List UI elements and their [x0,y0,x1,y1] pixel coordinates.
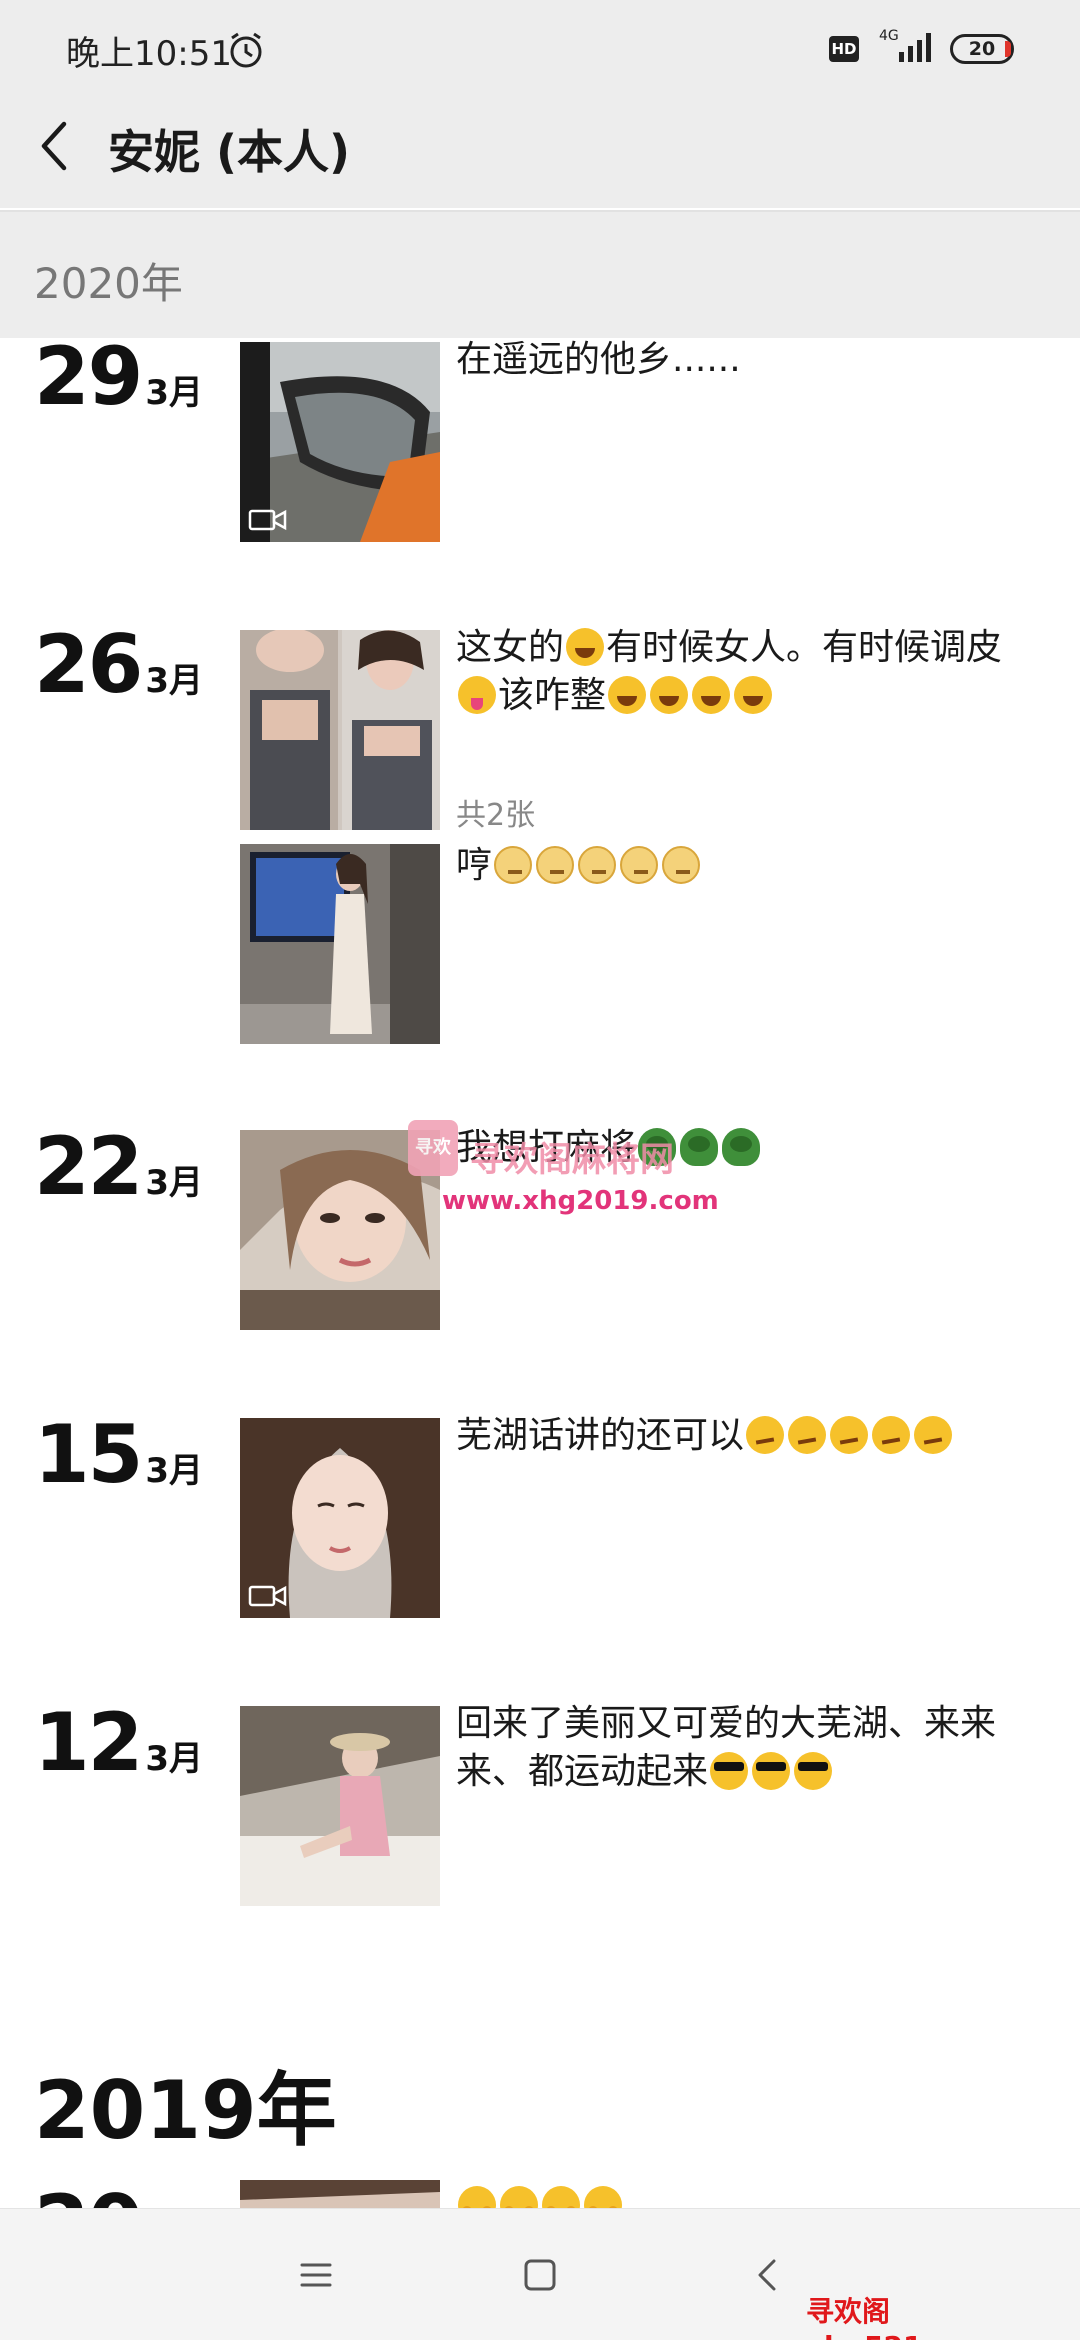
smirk-emoji-icon [788,1416,827,1454]
menu-icon[interactable] [294,2253,338,2297]
date-month: 3月 [145,1163,203,1203]
date-month: 3月 [145,1451,203,1491]
post-date-partial: 20 [34,2178,143,2208]
post-text-part: 这女的 [456,627,565,668]
tongue-out-emoji-icon [458,676,496,714]
date-day: 26 [34,618,143,711]
post-thumbnail-two-photos[interactable] [240,630,440,830]
laugh-cry-emoji-icon [692,676,731,714]
network-type: 4G [879,28,899,44]
moments-timeline-page: 晚上10:51 HD 4G 20 安妮 (本人) 2020年 29 3月 在遥远… [0,0,1080,2340]
date-day: 15 [34,1408,143,1501]
lounge-image [240,1706,440,1906]
smirk-emoji-icon [830,1416,869,1454]
watermark-url: www.xhg2019.com [442,1186,719,1216]
collage-image [240,630,440,830]
battery-level: 20 [968,38,996,60]
date-day: 22 [34,1120,143,1213]
post-text-12[interactable]: 回来了美丽又可爱的大芜湖、来来来、都运动起来 [456,1700,1046,1796]
laugh-cry-emoji-icon [734,676,773,714]
photo-count-label: 共2张 [456,798,536,833]
date-day: 12 [34,1696,143,1789]
year-label-2020: 2020年 [34,259,183,308]
post-date-26: 26 3月 [34,618,203,711]
moments-feed[interactable]: 29 3月 在遥远的他乡...... 26 3月 这女的 有时候女人。有时候调皮… [0,336,1080,2208]
post-text-29[interactable]: 在遥远的他乡...... [456,336,1046,384]
tv-room-image [240,844,440,1044]
hug-emoji-icon [458,2186,496,2208]
post-text-15[interactable]: 芜湖话讲的还可以 [456,1412,1046,1460]
post-thumbnail-portrait[interactable] [240,1418,440,1618]
post-text-part: 芜湖话讲的还可以 [456,1415,745,1456]
date-month: 3月 [145,661,203,701]
thinking-emoji-icon [620,846,659,884]
sunglasses-emoji-icon [710,1752,749,1790]
back-triangle-icon[interactable] [746,2253,790,2297]
watermark-overlay-text: 寻欢阁麻将网 [470,1140,674,1180]
smirk-emoji-icon [872,1416,911,1454]
laugh-cry-emoji-icon [650,676,689,714]
laugh-cry-emoji-icon [608,676,647,714]
post-date-12: 12 3月 [34,1696,203,1789]
smirk-emoji-icon [914,1416,953,1454]
post-thumbnail-car-mirror[interactable] [240,342,440,542]
post-thumbnail-partial[interactable] [240,2180,440,2208]
post-date-15: 15 3月 [34,1408,203,1501]
battery-tip [1005,41,1011,57]
post-text-part: 哼 [456,845,493,886]
header-area: 晚上10:51 HD 4G 20 安妮 (本人) [0,0,1080,208]
back-arrow-icon[interactable] [36,118,72,174]
alarm-clock-icon [230,32,262,68]
sunglasses-emoji-icon [794,1752,833,1790]
hd-badge: HD [829,36,859,62]
hug-emoji-icon [500,2186,538,2208]
date-day: 20 [34,2178,143,2208]
video-icon [248,1585,287,1607]
post-text-part: 该咋整 [498,675,607,716]
thinking-emoji-icon [536,846,575,884]
partial-image [240,2180,440,2208]
post-text-26b[interactable]: 哼 [456,842,1046,890]
turtle-emoji-icon [722,1128,761,1166]
video-icon [248,509,287,531]
thinking-emoji-icon [494,846,533,884]
post-text-partial [456,2182,1046,2208]
signal-strength-icon [899,33,931,62]
home-square-icon[interactable] [518,2253,562,2297]
thinking-emoji-icon [578,846,617,884]
post-date-22: 22 3月 [34,1120,203,1213]
year-header-2020: 2020年 [0,210,1080,338]
watermark-logo: 寻欢 [408,1120,458,1176]
year-label-2019: 2019年 [34,2064,337,2157]
post-date-29: 29 3月 [34,336,203,423]
date-month: 3月 [145,373,203,413]
hug-emoji-icon [542,2186,580,2208]
date-month: 3月 [145,1739,203,1779]
sunglasses-emoji-icon [752,1752,791,1790]
turtle-emoji-icon [680,1128,719,1166]
hug-emoji-icon [584,2186,622,2208]
bottom-watermark: 寻欢阁xhg521.com [806,2295,998,2340]
date-day: 29 [34,336,143,423]
thinking-emoji-icon [662,846,701,884]
status-time: 晚上10:51 [66,34,232,74]
post-text-26a[interactable]: 这女的 有时候女人。有时候调皮该咋整 [456,624,1046,720]
post-text-part: 有时候女人。有时候调皮 [606,627,1003,668]
post-thumbnail-lounge[interactable] [240,1706,440,1906]
smirk-emoji-icon [746,1416,785,1454]
page-title: 安妮 (本人) [108,125,351,179]
laugh-cry-emoji-icon [566,628,605,666]
post-thumbnail-tv-room[interactable] [240,844,440,1044]
